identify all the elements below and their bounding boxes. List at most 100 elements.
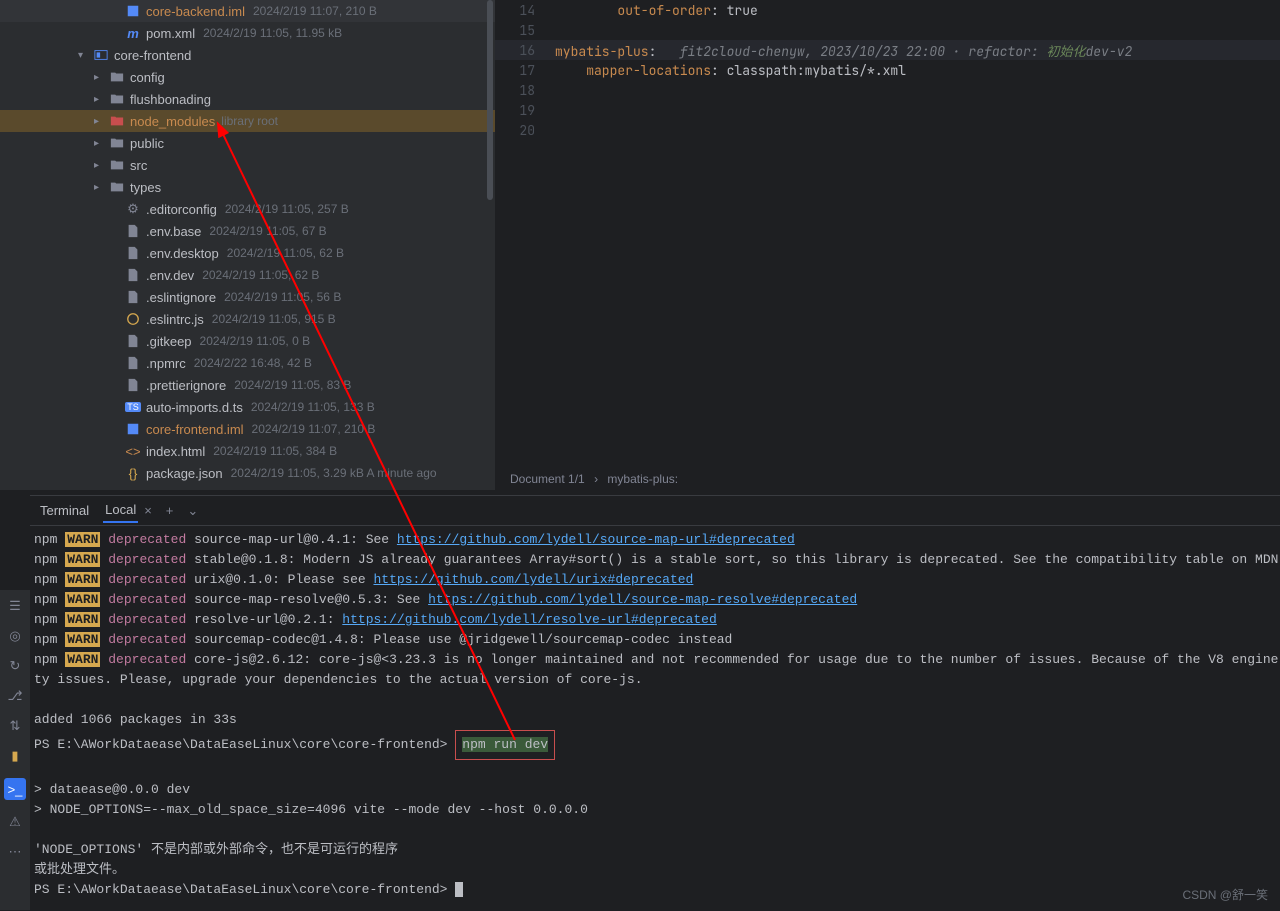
text-icon bbox=[124, 356, 142, 370]
file-name: .env.desktop bbox=[146, 246, 219, 261]
tree-item-public[interactable]: ▸ public bbox=[0, 132, 495, 154]
text-icon bbox=[124, 268, 142, 282]
tree-item-types[interactable]: ▸ types bbox=[0, 176, 495, 198]
tree-scrollbar[interactable] bbox=[487, 0, 493, 200]
folder-excl-icon bbox=[108, 114, 126, 128]
file-name: public bbox=[130, 136, 164, 151]
text-icon bbox=[124, 334, 142, 348]
tree-item-package.json[interactable]: {}package.json2024/2/19 11:05, 3.29 kB A… bbox=[0, 462, 495, 484]
file-meta: 2024/2/19 11:05, 915 B bbox=[212, 312, 336, 326]
tree-item-config[interactable]: ▸ config bbox=[0, 66, 495, 88]
chevron-icon[interactable]: ▸ bbox=[94, 160, 108, 171]
text-icon bbox=[124, 378, 142, 392]
tree-item-.gitkeep[interactable]: .gitkeep2024/2/19 11:05, 0 B bbox=[0, 330, 495, 352]
file-name: .eslintignore bbox=[146, 290, 216, 305]
tree-item-core-backend.iml[interactable]: core-backend.iml2024/2/19 11:07, 210 B bbox=[0, 0, 495, 22]
problems-icon[interactable]: ⚠ bbox=[7, 814, 23, 830]
terminal-tab-local[interactable]: Local bbox=[103, 498, 138, 523]
tree-item-core-frontend.iml[interactable]: core-frontend.iml2024/2/19 11:07, 210 B bbox=[0, 418, 495, 440]
file-name: core-frontend.iml bbox=[146, 422, 244, 437]
build-icon[interactable]: ↻ bbox=[7, 658, 23, 674]
file-name: types bbox=[130, 180, 161, 195]
structure-icon[interactable]: ☰ bbox=[7, 598, 23, 614]
tree-item-.editorconfig[interactable]: ⚙.editorconfig2024/2/19 11:05, 257 B bbox=[0, 198, 495, 220]
code-line-17[interactable]: 17 mapper-locations: classpath:mybatis/*… bbox=[495, 60, 1280, 80]
file-name: flushbonading bbox=[130, 92, 211, 107]
file-name: src bbox=[130, 158, 147, 173]
tree-item-.eslintignore[interactable]: .eslintignore2024/2/19 11:05, 56 B bbox=[0, 286, 495, 308]
file-meta: 2024/2/19 11:05, 62 B bbox=[202, 268, 319, 282]
editor[interactable]: 14 out-of-order: true1516mybatis-plus: f… bbox=[495, 0, 1280, 490]
file-meta: 2024/2/19 11:05, 67 B bbox=[209, 224, 326, 238]
tree-item-index.html[interactable]: <> index.html 2024/2/19 11:05, 384 B bbox=[0, 440, 495, 462]
text-icon bbox=[124, 224, 142, 238]
more-icon[interactable]: ⋯ bbox=[7, 844, 23, 860]
code-line-16[interactable]: 16mybatis-plus: fit2cloud-chenyw, 2023/1… bbox=[495, 40, 1280, 60]
code-line-20[interactable]: 20 bbox=[495, 120, 1280, 140]
js-icon bbox=[124, 312, 142, 326]
folder-icon bbox=[108, 92, 126, 106]
terminal-output[interactable]: npm WARN deprecated source-map-url@0.4.1… bbox=[30, 526, 1280, 904]
left-toolbar: ☰ ◎ ↻ ⎇ ⇅ ▮ >_ ⚠ ⋯ bbox=[0, 590, 30, 910]
library-badge: library root bbox=[221, 114, 278, 128]
commit-icon[interactable]: ⇅ bbox=[7, 718, 23, 734]
tree-item-auto-imports.d.ts[interactable]: TSauto-imports.d.ts2024/2/19 11:05, 133 … bbox=[0, 396, 495, 418]
chevron-icon[interactable]: ▸ bbox=[94, 116, 108, 127]
text-icon bbox=[124, 246, 142, 260]
json-icon: {} bbox=[124, 466, 142, 481]
file-meta: 2024/2/19 11:05, 257 B bbox=[225, 202, 349, 216]
editor-status-bar: Document 1/1 › mybatis-plus: bbox=[510, 472, 678, 486]
html-icon: <> bbox=[124, 444, 142, 459]
tree-item-flushbonading[interactable]: ▸ flushbonading bbox=[0, 88, 495, 110]
file-name: .eslintrc.js bbox=[146, 312, 204, 327]
chevron-icon[interactable]: ▸ bbox=[94, 182, 108, 193]
file-name: config bbox=[130, 70, 165, 85]
file-meta: 2024/2/19 11:05, 11.95 kB bbox=[203, 26, 342, 40]
tree-item-src[interactable]: ▸ src bbox=[0, 154, 495, 176]
tree-item-core-frontend[interactable]: ▾ core-frontend bbox=[0, 44, 495, 66]
file-name: .gitkeep bbox=[146, 334, 192, 349]
tree-item-.prettierignore[interactable]: .prettierignore2024/2/19 11:05, 83 B bbox=[0, 374, 495, 396]
file-meta: 2024/2/19 11:05, 3.29 kB A minute ago bbox=[231, 466, 437, 480]
db-icon[interactable]: ▮ bbox=[7, 748, 23, 764]
tree-item-.env.dev[interactable]: .env.dev2024/2/19 11:05, 62 B bbox=[0, 264, 495, 286]
tree-item-.eslintrc.js[interactable]: .eslintrc.js 2024/2/19 11:05, 915 B bbox=[0, 308, 495, 330]
services-icon[interactable]: ◎ bbox=[7, 628, 23, 644]
file-meta: 2024/2/19 11:05, 62 B bbox=[227, 246, 344, 260]
project-tree[interactable]: core-backend.iml2024/2/19 11:07, 210 Bmp… bbox=[0, 0, 495, 490]
line-number: 14 bbox=[495, 2, 555, 19]
tree-item-pom.xml[interactable]: m pom.xml 2024/2/19 11:05, 11.95 kB bbox=[0, 22, 495, 44]
file-name: index.html bbox=[146, 444, 205, 459]
code-line-14[interactable]: 14 out-of-order: true bbox=[495, 0, 1280, 20]
folder-icon bbox=[108, 158, 126, 172]
tree-item-.npmrc[interactable]: .npmrc2024/2/22 16:48, 42 B bbox=[0, 352, 495, 374]
chevron-icon[interactable]: ▸ bbox=[94, 72, 108, 83]
terminal-panel: Terminal Local × + ⌄ npm WARN deprecated… bbox=[30, 495, 1280, 911]
chevron-icon[interactable]: ▸ bbox=[94, 94, 108, 105]
terminal-tool-label[interactable]: Terminal bbox=[40, 503, 89, 518]
maven-icon: m bbox=[124, 26, 142, 41]
chevron-down-icon[interactable]: ⌄ bbox=[187, 503, 198, 519]
file-name: pom.xml bbox=[146, 26, 195, 41]
file-name: .prettierignore bbox=[146, 378, 226, 393]
doc-position: Document 1/1 bbox=[510, 472, 585, 486]
terminal-icon[interactable]: >_ bbox=[4, 778, 26, 800]
iml-icon bbox=[124, 422, 142, 436]
new-terminal-icon[interactable]: + bbox=[166, 503, 174, 518]
tree-item-.env.base[interactable]: .env.base2024/2/19 11:05, 67 B bbox=[0, 220, 495, 242]
code-line-15[interactable]: 15 bbox=[495, 20, 1280, 40]
close-icon[interactable]: × bbox=[144, 503, 152, 518]
file-name: core-frontend bbox=[114, 48, 191, 63]
code-line-18[interactable]: 18 bbox=[495, 80, 1280, 100]
chevron-icon[interactable]: ▾ bbox=[78, 50, 92, 61]
code-line-19[interactable]: 19 bbox=[495, 100, 1280, 120]
tree-item-node_modules[interactable]: ▸node_moduleslibrary root bbox=[0, 110, 495, 132]
chevron-icon[interactable]: ▸ bbox=[94, 138, 108, 149]
git-icon[interactable]: ⎇ bbox=[7, 688, 23, 704]
line-number: 17 bbox=[495, 62, 555, 79]
tree-item-.env.desktop[interactable]: .env.desktop 2024/2/19 11:05, 62 B bbox=[0, 242, 495, 264]
file-meta: 2024/2/19 11:05, 384 B bbox=[213, 444, 337, 458]
folder-icon bbox=[108, 70, 126, 84]
iml-icon bbox=[124, 4, 142, 18]
folder-icon bbox=[108, 136, 126, 150]
